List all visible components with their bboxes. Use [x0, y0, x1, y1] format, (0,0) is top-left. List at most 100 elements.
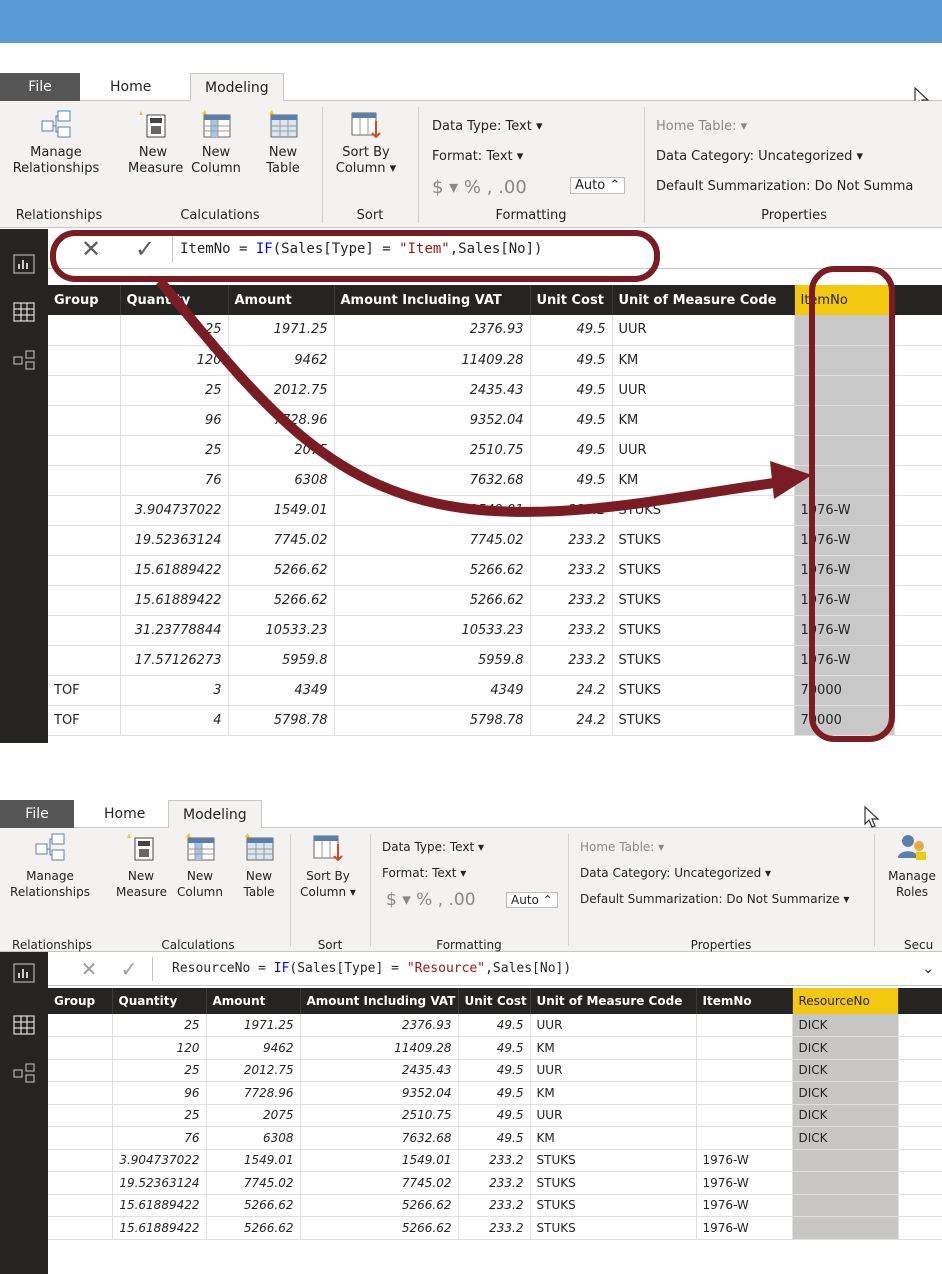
currency-format-buttons-2[interactable]: $ ▾ % , .00: [386, 890, 476, 910]
new-table-button-2[interactable]: New Table: [234, 832, 284, 900]
table-cell[interactable]: 6308: [206, 1126, 301, 1150]
table-cell[interactable]: UUR: [530, 1014, 697, 1037]
table-cell[interactable]: [48, 1081, 113, 1105]
table-cell[interactable]: 2510.75: [300, 1104, 459, 1127]
format-dropdown-2[interactable]: Format: Text ▾: [382, 866, 466, 880]
table-cell[interactable]: 5266.62: [300, 1216, 459, 1240]
tab-modeling-2[interactable]: Modeling: [168, 800, 262, 829]
table-cell[interactable]: STUKS: [530, 1194, 697, 1217]
table-cell[interactable]: 2376.93: [300, 1014, 459, 1037]
data-view-icon-2[interactable]: [12, 1014, 36, 1036]
table-cell[interactable]: 5266.62: [206, 1194, 301, 1217]
table-cell[interactable]: 9462: [206, 1036, 301, 1060]
table-cell[interactable]: 7745.02: [300, 1171, 459, 1195]
table-cell[interactable]: 15.61889422: [112, 1216, 207, 1240]
table-cell[interactable]: [48, 1171, 113, 1195]
table-cell[interactable]: [48, 1104, 113, 1127]
table-cell[interactable]: [696, 1014, 793, 1037]
table-cell[interactable]: 1549.01: [206, 1149, 301, 1172]
table-cell[interactable]: [696, 1036, 793, 1060]
table-cell[interactable]: 25: [112, 1014, 207, 1037]
table-cell[interactable]: 233.2: [458, 1216, 531, 1240]
commit-formula-icon-2[interactable]: ✓: [106, 952, 152, 986]
tab-file-2[interactable]: File: [0, 800, 74, 828]
table-cell[interactable]: 5266.62: [206, 1216, 301, 1240]
table-cell[interactable]: 5266.62: [300, 1194, 459, 1217]
default-summarization-dropdown-2[interactable]: Default Summarization: Do Not Summarize …: [580, 892, 849, 906]
table-cell[interactable]: 233.2: [458, 1194, 531, 1217]
table-cell[interactable]: KM: [530, 1036, 697, 1060]
tab-home-2[interactable]: Home: [90, 800, 159, 828]
table-cell[interactable]: 9352.04: [300, 1081, 459, 1105]
column-header[interactable]: ItemNo: [696, 988, 793, 1014]
table-cell[interactable]: DICK: [792, 1059, 899, 1082]
table-cell[interactable]: 233.2: [458, 1171, 531, 1195]
table-cell[interactable]: 19.52363124: [112, 1171, 207, 1195]
table-cell[interactable]: 1549.01: [300, 1149, 459, 1172]
table-cell[interactable]: 25: [112, 1059, 207, 1082]
table-cell[interactable]: [792, 1171, 899, 1195]
column-header[interactable]: Amount Including VAT: [300, 988, 459, 1014]
table-cell[interactable]: DICK: [792, 1036, 899, 1060]
table-cell[interactable]: [48, 1059, 113, 1082]
table-cell[interactable]: 2435.43: [300, 1059, 459, 1082]
table-cell[interactable]: DICK: [792, 1081, 899, 1105]
table-cell[interactable]: STUKS: [530, 1149, 697, 1172]
table-cell[interactable]: 76: [112, 1126, 207, 1150]
table-cell[interactable]: [48, 1216, 113, 1240]
table-cell[interactable]: [696, 1126, 793, 1150]
table-cell[interactable]: [48, 1126, 113, 1150]
table-cell[interactable]: [48, 1149, 113, 1172]
manage-roles-button[interactable]: Manage Roles: [882, 832, 942, 900]
table-cell[interactable]: 1976-W: [696, 1216, 793, 1240]
expand-formula-chevron-icon[interactable]: ⌄: [922, 952, 934, 986]
table-cell[interactable]: 2012.75: [206, 1059, 301, 1082]
table-cell[interactable]: 49.5: [458, 1104, 531, 1127]
table-cell[interactable]: 1976-W: [696, 1149, 793, 1172]
column-header[interactable]: Amount: [206, 988, 301, 1014]
home-table-dropdown-2[interactable]: Home Table: ▾: [580, 840, 664, 854]
table-cell[interactable]: 7745.02: [206, 1171, 301, 1195]
table-cell[interactable]: 49.5: [458, 1059, 531, 1082]
data-category-dropdown-2[interactable]: Data Category: Uncategorized ▾: [580, 866, 771, 880]
table-cell[interactable]: [792, 1194, 899, 1217]
column-header[interactable]: Quantity: [112, 988, 207, 1014]
column-header[interactable]: ResourceNo: [792, 988, 899, 1014]
table-cell[interactable]: 49.5: [458, 1126, 531, 1150]
table-cell[interactable]: 1976-W: [696, 1171, 793, 1195]
table-cell[interactable]: 7632.68: [300, 1126, 459, 1150]
table-cell[interactable]: [696, 1104, 793, 1127]
relationships-view-icon-2[interactable]: [12, 1062, 36, 1084]
sort-by-column-button-2[interactable]: Sort By Column ▾: [296, 832, 360, 900]
table-cell[interactable]: DICK: [792, 1014, 899, 1037]
table-cell[interactable]: 96: [112, 1081, 207, 1105]
table-cell[interactable]: UUR: [530, 1059, 697, 1082]
table-cell[interactable]: 1971.25: [206, 1014, 301, 1037]
table-cell[interactable]: 49.5: [458, 1036, 531, 1060]
table-cell[interactable]: DICK: [792, 1126, 899, 1150]
column-header[interactable]: Group: [48, 988, 113, 1014]
formula-input-2[interactable]: ResourceNo = IF(Sales[Type] = "Resource"…: [172, 952, 571, 986]
manage-relationships-button-2[interactable]: Manage Relationships: [0, 832, 100, 900]
table-cell[interactable]: [792, 1216, 899, 1240]
table-cell[interactable]: STUKS: [530, 1171, 697, 1195]
table-cell[interactable]: [696, 1081, 793, 1105]
table-cell[interactable]: 49.5: [458, 1081, 531, 1105]
table-cell[interactable]: [48, 1036, 113, 1060]
table-cell[interactable]: UUR: [530, 1104, 697, 1127]
table-cell[interactable]: 3.904737022: [112, 1149, 207, 1172]
table-cell[interactable]: STUKS: [530, 1216, 697, 1240]
auto-decimal-spinner-2[interactable]: Auto ⌃: [502, 892, 558, 908]
table-cell[interactable]: [48, 1014, 113, 1037]
table-cell[interactable]: 11409.28: [300, 1036, 459, 1060]
data-type-dropdown-2[interactable]: Data Type: Text ▾: [382, 840, 484, 854]
table-cell[interactable]: 15.61889422: [112, 1194, 207, 1217]
table-cell[interactable]: 233.2: [458, 1149, 531, 1172]
table-cell[interactable]: 1976-W: [696, 1194, 793, 1217]
table-cell[interactable]: [696, 1059, 793, 1082]
table-cell[interactable]: 25: [112, 1104, 207, 1127]
table-cell[interactable]: KM: [530, 1081, 697, 1105]
new-column-button-2[interactable]: New Column: [170, 832, 230, 900]
column-header[interactable]: Unit of Measure Code: [530, 988, 697, 1014]
table-cell[interactable]: KM: [530, 1126, 697, 1150]
